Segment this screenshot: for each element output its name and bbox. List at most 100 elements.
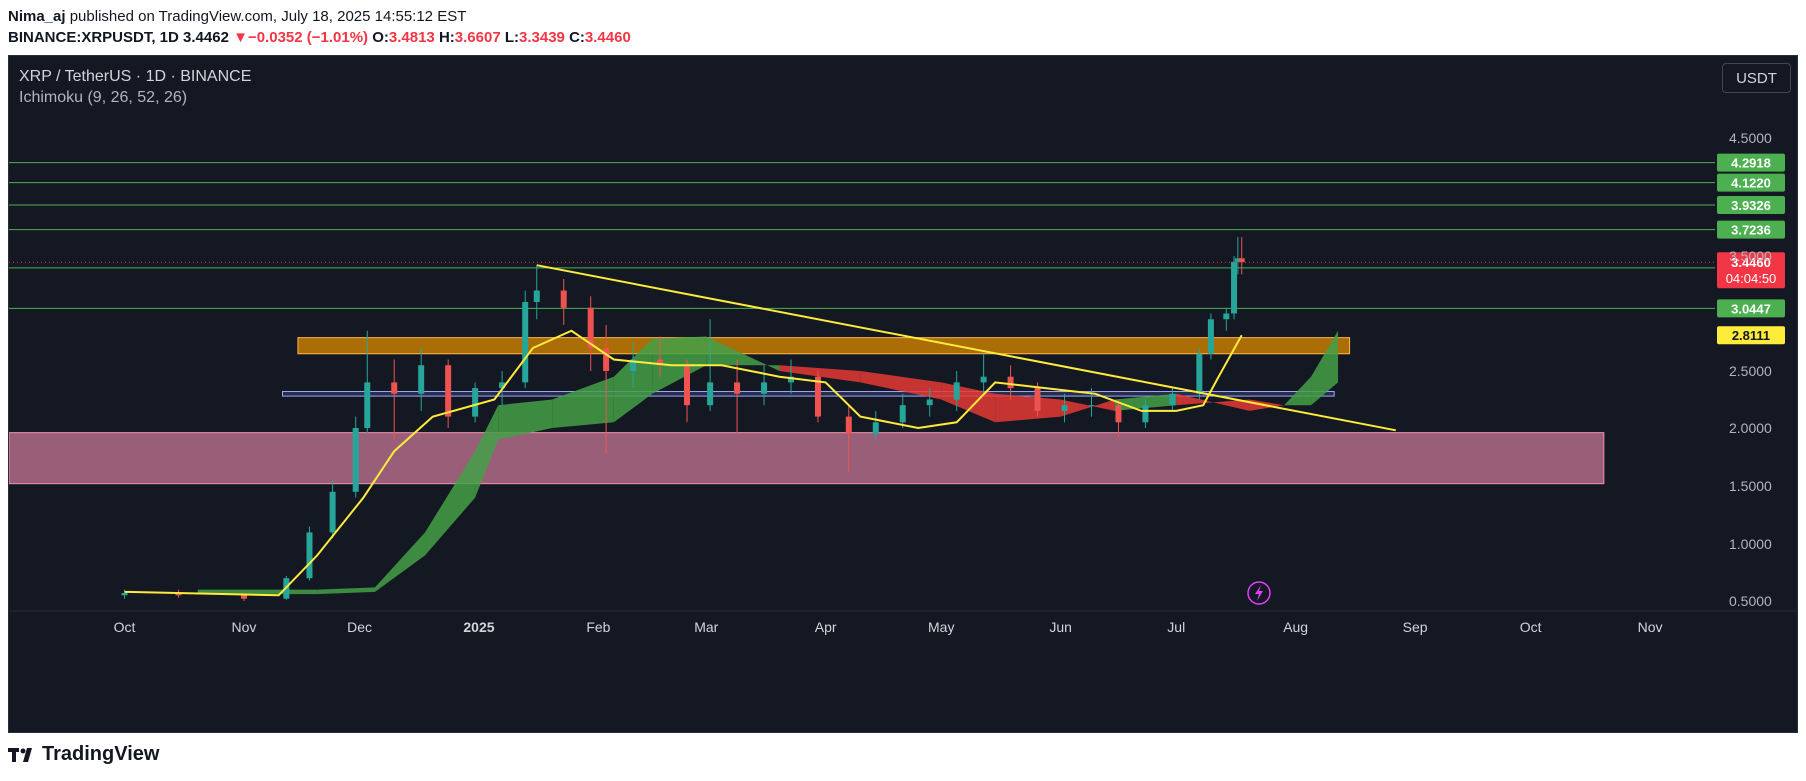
low-value: 3.3439 <box>519 29 565 46</box>
candle-31[interactable] <box>980 376 987 383</box>
y-tick-label: 3.5000 <box>1729 248 1772 264</box>
candle-10[interactable] <box>445 365 452 417</box>
level-label-1: 4.1220 <box>1731 176 1771 191</box>
change-arrow-icon: ▼ <box>233 29 248 46</box>
candle-13[interactable] <box>522 302 529 383</box>
candle-42[interactable] <box>1231 261 1238 314</box>
candle-37[interactable] <box>1142 405 1149 423</box>
last-price-text: 3.4462 <box>183 29 229 46</box>
support-zone[interactable] <box>9 432 1605 485</box>
quote-summary: BINANCE:XRPUSDT, 1D 3.4462 ▼−0.0352 (−1.… <box>8 29 631 46</box>
candle-0[interactable] <box>121 593 128 596</box>
cloud-segment-18 <box>1284 376 1312 406</box>
candle-44[interactable] <box>1238 258 1245 263</box>
x-tick-label[interactable]: Oct <box>114 619 136 635</box>
cloud-segment-14 <box>1060 399 1115 417</box>
y-tick-label: 2.0000 <box>1729 420 1772 436</box>
cloud-segment-2 <box>374 532 426 592</box>
x-tick-label[interactable]: Apr <box>815 619 837 635</box>
candle-27[interactable] <box>872 422 879 434</box>
chart-header: Nima_aj published on TradingView.com, Ju… <box>0 0 1806 54</box>
chart-footer: TradingView <box>0 733 1806 781</box>
candle-23[interactable] <box>761 382 768 394</box>
candle-9[interactable] <box>418 365 425 394</box>
tradingview-wordmark: TradingView <box>42 743 160 765</box>
candle-40[interactable] <box>1207 319 1214 354</box>
level-label-5: 3.0447 <box>1731 301 1771 316</box>
candle-41[interactable] <box>1223 313 1230 320</box>
candle-22[interactable] <box>734 382 741 394</box>
x-tick-label[interactable]: Sep <box>1403 619 1428 635</box>
author-name[interactable]: Nima_aj <box>8 8 66 25</box>
tradingview-logo[interactable]: TradingView <box>8 743 159 766</box>
open-value: 3.4813 <box>388 29 435 46</box>
candle-17[interactable] <box>603 348 610 371</box>
chart-pane[interactable]: 4.29184.12203.93263.72363.39703.04473.44… <box>8 55 1798 733</box>
candle-26[interactable] <box>845 416 852 434</box>
price-change: −0.0352 (−1.01%) <box>247 29 369 46</box>
candle-21[interactable] <box>707 382 714 406</box>
x-tick-label[interactable]: 2025 <box>463 619 494 635</box>
high-label: H: <box>438 29 455 46</box>
lightning-icon <box>1255 585 1263 601</box>
x-tick-label[interactable]: Oct <box>1520 619 1542 635</box>
x-tick-label[interactable]: Nov <box>232 619 257 635</box>
candle-36[interactable] <box>1115 405 1122 423</box>
candle-29[interactable] <box>926 399 933 406</box>
y-tick-label: 0.5000 <box>1729 593 1772 609</box>
candle-4[interactable] <box>306 532 313 579</box>
candle-15[interactable] <box>560 290 567 308</box>
x-tick-label[interactable]: Dec <box>347 619 372 635</box>
level-label-0: 4.2918 <box>1731 156 1771 171</box>
candle-34[interactable] <box>1061 405 1068 411</box>
level-label-3: 3.7236 <box>1731 223 1771 238</box>
symbol-interval: BINANCE:XRPUSDT, 1D <box>8 29 179 46</box>
x-tick-label[interactable]: Mar <box>694 619 718 635</box>
candle-39[interactable] <box>1196 353 1203 394</box>
candle-32[interactable] <box>1007 376 1014 389</box>
symbol-title[interactable]: XRP / TetherUS · 1D · BINANCE <box>19 68 251 86</box>
candle-8[interactable] <box>391 382 398 394</box>
x-tick-label[interactable]: May <box>928 619 954 635</box>
publish-info: Nima_aj published on TradingView.com, Ju… <box>8 8 466 25</box>
close-label: C: <box>569 29 585 46</box>
kijun-label: 2.8111 <box>1732 328 1770 343</box>
low-label: L: <box>504 29 520 46</box>
candle-38[interactable] <box>1169 393 1176 406</box>
published-text: published on TradingView.com, July 18, 2… <box>69 8 467 25</box>
candle-30[interactable] <box>953 382 960 400</box>
candle-33[interactable] <box>1034 388 1041 411</box>
open-label: O: <box>372 29 389 46</box>
candle-11[interactable] <box>472 388 479 417</box>
candle-countdown: 04:04:50 <box>1726 271 1777 286</box>
y-tick-label: 4.5000 <box>1729 130 1772 146</box>
x-tick-label[interactable]: Feb <box>586 619 610 635</box>
cloud-segment-1 <box>317 587 375 595</box>
candle-5[interactable] <box>329 491 336 533</box>
candle-20[interactable] <box>684 365 690 406</box>
candle-28[interactable] <box>899 405 906 423</box>
x-tick-label[interactable]: Aug <box>1283 619 1308 635</box>
price-chart[interactable]: 4.29184.12203.93263.72363.39703.04473.44… <box>9 56 1797 732</box>
x-tick-label[interactable]: Jun <box>1049 619 1072 635</box>
high-value: 3.6607 <box>454 29 501 46</box>
cloud-segment-13 <box>995 393 1061 423</box>
y-tick-label: 2.5000 <box>1729 363 1772 379</box>
y-tick-label: 1.0000 <box>1729 536 1772 552</box>
candle-2[interactable] <box>240 595 247 599</box>
indicator-legend[interactable]: Ichimoku (9, 26, 52, 26) <box>19 89 187 107</box>
cloud-segment-12 <box>941 382 996 423</box>
cloud-segment-6 <box>552 376 614 428</box>
currency-button[interactable]: USDT <box>1722 63 1791 93</box>
candle-35[interactable] <box>1088 405 1095 407</box>
candle-7[interactable] <box>364 382 371 428</box>
y-tick-label: 1.5000 <box>1729 478 1772 494</box>
candle-14[interactable] <box>533 290 540 303</box>
resistance-zone[interactable] <box>297 337 1351 355</box>
level-label-2: 3.9326 <box>1731 198 1771 213</box>
tradingview-logo-icon <box>8 747 32 762</box>
x-tick-label[interactable]: Nov <box>1638 619 1663 635</box>
close-value: 3.4460 <box>584 29 631 46</box>
x-tick-label[interactable]: Jul <box>1167 619 1185 635</box>
candle-6[interactable] <box>352 428 359 492</box>
